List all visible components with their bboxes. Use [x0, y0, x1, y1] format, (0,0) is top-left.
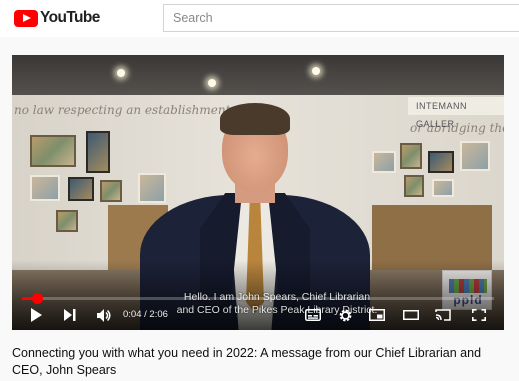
subtitles-button[interactable]	[302, 305, 324, 325]
play-icon	[31, 308, 42, 322]
wall-painting	[372, 151, 396, 173]
wall-painting	[30, 135, 76, 167]
current-time: 0:04	[123, 309, 142, 320]
search-input[interactable]: Search	[163, 4, 519, 32]
duration: 2:06	[149, 309, 168, 320]
cast-icon	[435, 309, 451, 321]
player-controls: 0:04 / 2:06	[12, 305, 504, 327]
wall-painting	[460, 141, 490, 171]
theater-mode-button[interactable]	[400, 305, 422, 325]
play-button[interactable]	[26, 305, 46, 325]
fullscreen-button[interactable]	[468, 305, 490, 325]
wall-painting	[432, 179, 454, 197]
cast-button[interactable]	[432, 305, 454, 325]
ceiling-light	[312, 67, 320, 75]
miniplayer-icon	[369, 309, 385, 321]
subtitles-icon	[305, 309, 321, 321]
wall-painting	[100, 180, 122, 202]
volume-button[interactable]	[94, 305, 114, 325]
wall-painting	[56, 210, 78, 232]
settings-icon	[339, 309, 351, 321]
fullscreen-icon	[472, 309, 486, 321]
wall-painting	[30, 175, 60, 201]
speaker-hair	[220, 103, 290, 135]
youtube-logo[interactable]: YouTube	[14, 9, 100, 27]
ceiling-light	[117, 69, 125, 77]
wall-painting	[400, 143, 422, 169]
youtube-play-logo-icon	[14, 9, 38, 27]
progress-bar[interactable]	[22, 293, 494, 304]
miniplayer-button[interactable]	[366, 305, 388, 325]
masthead: YouTube Search	[0, 0, 519, 37]
wall-painting	[428, 151, 454, 173]
video-player[interactable]: no law respecting an establishment or ab…	[12, 55, 504, 330]
youtube-logo-text: YouTube	[40, 9, 100, 26]
settings-button[interactable]	[334, 305, 356, 325]
next-button[interactable]	[60, 305, 80, 325]
wall-painting	[86, 131, 110, 173]
wall-painting	[404, 175, 424, 197]
next-icon	[64, 309, 76, 321]
video-title: Connecting you with what you need in 202…	[12, 346, 482, 377]
wall-painting	[68, 177, 94, 201]
gallery-sign: INTEMANN GALLER	[408, 97, 504, 129]
volume-icon	[96, 308, 110, 322]
time-display: 0:04 / 2:06	[123, 309, 168, 320]
theater-icon	[403, 310, 419, 320]
